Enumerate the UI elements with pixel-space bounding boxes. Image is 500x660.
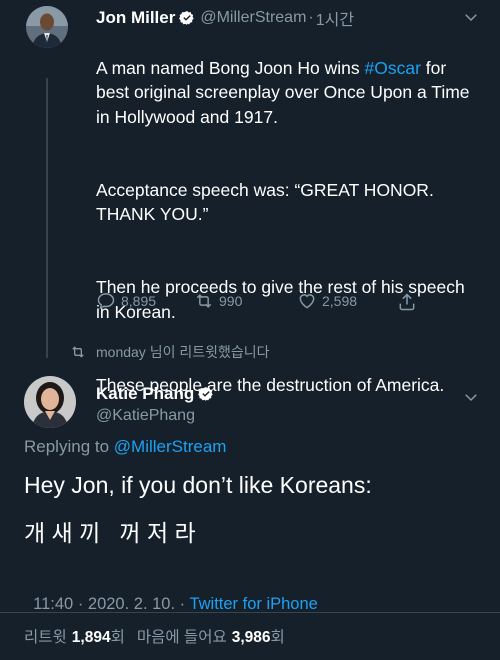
katie-phang-avatar-image <box>24 376 76 428</box>
retweet-stat[interactable]: 리트윗 1,894 회 <box>24 625 125 647</box>
retweet-icon <box>196 294 212 308</box>
like-action[interactable]: 2,598 <box>297 291 357 311</box>
replying-to-handle-link[interactable]: @MillerStream <box>114 437 227 456</box>
reply-icon <box>97 293 115 310</box>
separator-dot: · <box>308 9 314 26</box>
first-tweet-paragraph-2: Acceptance speech was: “GREAT HONOR. THA… <box>96 179 434 225</box>
verified-badge-icon <box>198 387 213 401</box>
retweet-small-icon <box>72 346 84 358</box>
retweeted-by-text: monday 님이 리트윗했습니다 <box>96 344 270 360</box>
like-stat-label: 마음에 들어요 <box>136 629 227 646</box>
replying-to: Replying to @MillerStream <box>24 437 226 457</box>
chevron-down-icon[interactable] <box>462 388 480 406</box>
reply-count: 8,895 <box>121 293 157 309</box>
first-tweet-display-name[interactable]: Jon Miller <box>96 8 175 28</box>
main-tweet-handle[interactable]: @KatiePhang <box>96 407 195 425</box>
chevron-down-icon[interactable] <box>462 8 480 26</box>
oscar-hashtag-link[interactable]: #Oscar <box>365 58 421 78</box>
retweet-stat-count: 1,894 <box>71 629 111 646</box>
like-count: 2,598 <box>322 293 358 309</box>
first-tweet-paragraph-1: A man named Bong Joon Ho wins #Oscar for… <box>96 56 481 130</box>
share-icon[interactable] <box>397 292 417 312</box>
first-tweet-body: A man named Bong Joon Ho wins #Oscar for… <box>96 31 481 422</box>
like-stat-suffix: 회 <box>270 629 285 646</box>
first-tweet-text-part: A man named Bong Joon Ho wins <box>96 57 365 78</box>
tweet-source-link[interactable]: Twitter for iPhone <box>189 595 317 613</box>
heart-icon <box>299 294 315 309</box>
verified-badge-icon <box>179 11 195 25</box>
like-stat-count: 3,986 <box>231 629 271 646</box>
first-tweet-time[interactable]: 1시간 <box>316 6 354 30</box>
main-tweet-display-name[interactable]: Katie Phang <box>96 384 194 404</box>
reply-action[interactable]: 8,895 <box>96 291 156 311</box>
replying-to-prefix: Replying to <box>24 437 114 456</box>
main-tweet-meta: 11:40 · 2020. 2. 10. · Twitter for iPhon… <box>24 576 318 614</box>
engagement-stats: 리트윗 1,894 회 마음에 들어요 3,986 회 <box>24 625 285 647</box>
first-tweet-handle[interactable]: @MillerStream <box>200 9 306 27</box>
retweet-stat-label: 리트윗 <box>24 629 67 646</box>
thread-connector-line <box>46 78 48 358</box>
main-tweet-name-row: Katie Phang <box>96 384 214 404</box>
like-stat[interactable]: 마음에 들어요 3,986 회 <box>137 625 285 647</box>
main-tweet-timestamp[interactable]: 11:40 · 2020. 2. 10. · <box>33 595 189 613</box>
katie-phang-avatar[interactable] <box>24 376 76 428</box>
jon-miller-avatar-image <box>26 6 68 48</box>
retweeted-by-context[interactable]: monday 님이 리트윗했습니다 <box>70 342 270 362</box>
stats-divider <box>0 612 500 613</box>
first-tweet-header: Jon Miller @MillerStream · 1시간 <box>96 6 354 30</box>
main-tweet-line-1: Hey Jon, if you don’t like Koreans: <box>24 472 372 498</box>
retweet-stat-suffix: 회 <box>110 629 125 646</box>
jon-miller-avatar[interactable] <box>26 6 68 48</box>
retweet-count: 990 <box>219 293 243 309</box>
main-tweet-line-2: 개 새 끼 꺼 저 라 <box>24 520 196 546</box>
retweet-action[interactable]: 990 <box>194 291 242 311</box>
